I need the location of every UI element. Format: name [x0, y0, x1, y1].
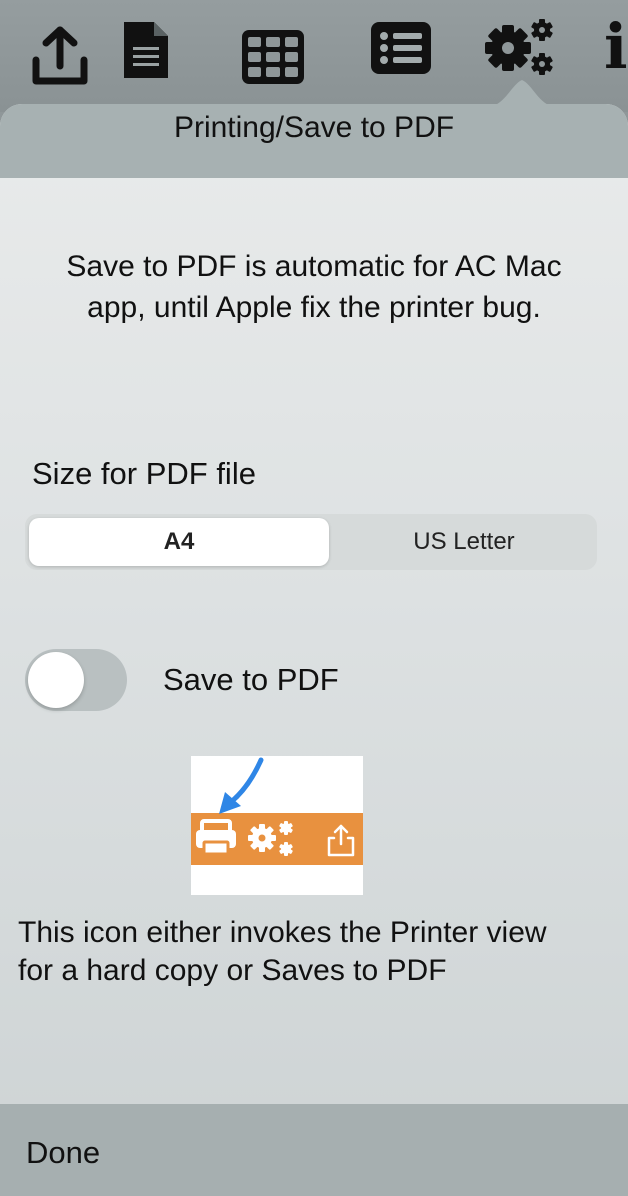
grid-icon[interactable]	[242, 30, 304, 84]
info-line-1: Save to PDF is automatic for AC Mac	[66, 250, 562, 283]
pdf-size-segmented-control: A4 US Letter	[25, 514, 597, 570]
print-icon-example-image	[191, 756, 363, 895]
pdf-size-label: Size for PDF file	[32, 456, 256, 491]
help-line-1: This icon either invokes the Printer vie…	[18, 916, 547, 949]
save-to-pdf-toggle[interactable]	[25, 649, 127, 711]
popover-title: Printing/Save to PDF	[173, 111, 455, 144]
share-upload-icon[interactable]	[30, 26, 90, 88]
document-icon[interactable]	[122, 20, 170, 80]
popover-arrow	[490, 80, 554, 106]
help-text: This icon either invokes the Printer vie…	[18, 914, 618, 990]
info-icon[interactable]: i	[604, 12, 628, 82]
done-button[interactable]: Done	[26, 1135, 100, 1171]
save-to-pdf-label: Save to PDF	[163, 662, 339, 697]
toggle-knob	[28, 652, 84, 708]
popover-header: Printing/Save to PDF	[0, 104, 628, 178]
help-line-2: for a hard copy or Saves to PDF	[18, 954, 447, 987]
printing-popover: Printing/Save to PDF Save to PDF is auto…	[0, 104, 628, 1196]
info-line-2: app, until Apple fix the printer bug.	[87, 291, 541, 324]
example-image-graphic	[191, 756, 363, 895]
list-icon[interactable]	[371, 22, 431, 74]
segment-a4[interactable]: A4	[29, 518, 329, 566]
info-text: Save to PDF is automatic for AC Mac app,…	[0, 246, 628, 328]
popover-footer: Done	[0, 1104, 628, 1196]
segment-us-letter[interactable]: US Letter	[335, 518, 593, 566]
settings-gears-icon[interactable]	[482, 16, 558, 78]
